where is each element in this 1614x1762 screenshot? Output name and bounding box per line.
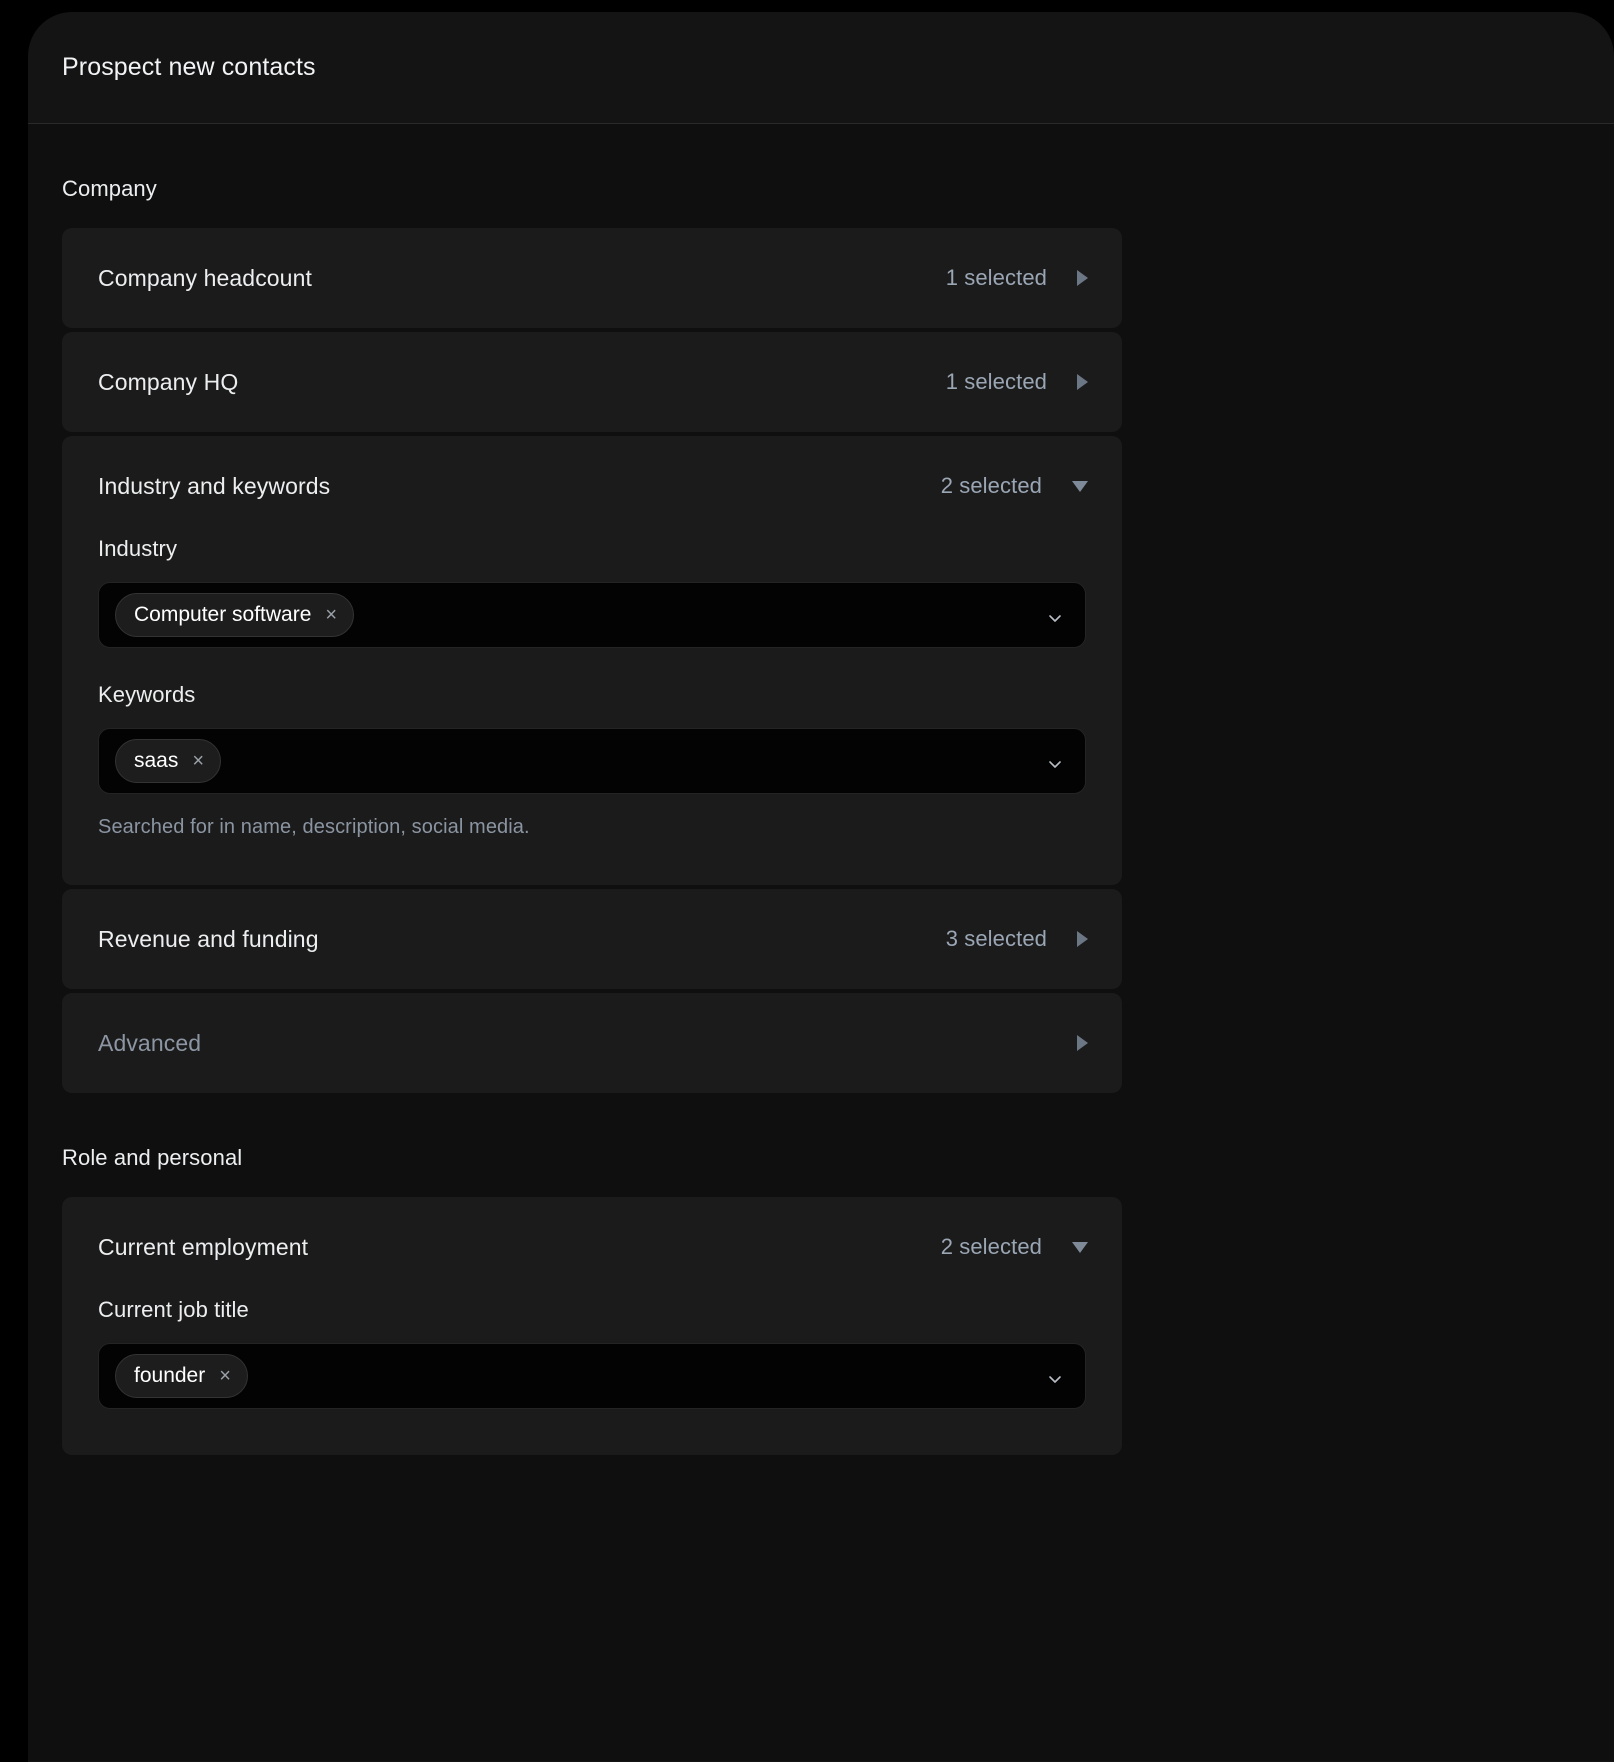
filter-chip[interactable]: saas ×: [115, 739, 221, 783]
selected-count: 2 selected: [941, 1234, 1042, 1260]
filter-card: Company HQ1 selected: [62, 332, 1122, 432]
filter-card-header[interactable]: Company HQ1 selected: [62, 332, 1122, 432]
page-title: Prospect new contacts: [62, 53, 316, 82]
filter-card-label: Industry and keywords: [98, 473, 941, 500]
filter-card-label: Advanced: [98, 1030, 1077, 1057]
multiselect-input[interactable]: founder ×: [98, 1343, 1086, 1409]
filter-card: Revenue and funding3 selected: [62, 889, 1122, 989]
panel-titlebar: Prospect new contacts: [28, 12, 1614, 124]
section-title: Company: [62, 124, 1614, 228]
selected-count: 1 selected: [946, 265, 1047, 291]
triangle-down-icon[interactable]: [1072, 481, 1088, 492]
triangle-right-icon[interactable]: [1077, 931, 1088, 947]
filter-card-label: Revenue and funding: [98, 926, 946, 953]
filter-field: Keywords saas × Searched for in name, descr…: [98, 682, 1086, 839]
filter-card-list: Company headcount1 selectedCompany HQ1 s…: [62, 228, 1122, 1093]
filter-chip[interactable]: founder ×: [115, 1354, 248, 1398]
filter-chip-label: saas: [134, 749, 178, 773]
filter-card-label: Company headcount: [98, 265, 946, 292]
filter-card-header[interactable]: Revenue and funding3 selected: [62, 889, 1122, 989]
filter-card: Advanced: [62, 993, 1122, 1093]
filter-card-header[interactable]: Current employment2 selected: [62, 1197, 1122, 1297]
filter-chip-label: Computer software: [134, 603, 311, 627]
chevron-down-icon[interactable]: [1047, 1371, 1063, 1387]
triangle-right-icon[interactable]: [1077, 270, 1088, 286]
screen-root: Prospect new contacts CompanyCompany hea…: [0, 0, 1614, 1762]
close-icon[interactable]: ×: [325, 605, 337, 625]
prospect-panel: Prospect new contacts CompanyCompany hea…: [28, 12, 1614, 1762]
field-label: Keywords: [98, 682, 1086, 708]
field-helper-text: Searched for in name, description, socia…: [98, 816, 1086, 839]
section-title: Role and personal: [62, 1093, 1614, 1197]
filter-section: Role and personalCurrent employment2 sel…: [28, 1093, 1614, 1455]
selected-count: 3 selected: [946, 926, 1047, 952]
filter-card-body: Industry Computer software × Keywords saas × S…: [62, 536, 1122, 885]
filter-card-header[interactable]: Industry and keywords2 selected: [62, 436, 1122, 536]
filter-field: Industry Computer software ×: [98, 536, 1086, 648]
triangle-down-icon[interactable]: [1072, 1242, 1088, 1253]
triangle-right-icon[interactable]: [1077, 374, 1088, 390]
selected-count: 1 selected: [946, 369, 1047, 395]
multiselect-input[interactable]: saas ×: [98, 728, 1086, 794]
filter-body: CompanyCompany headcount1 selectedCompan…: [28, 124, 1614, 1761]
filter-card-body: Current job title founder ×: [62, 1297, 1122, 1455]
filter-card-header[interactable]: Advanced: [62, 993, 1122, 1093]
multiselect-input[interactable]: Computer software ×: [98, 582, 1086, 648]
triangle-right-icon[interactable]: [1077, 1035, 1088, 1051]
chevron-down-icon[interactable]: [1047, 756, 1063, 772]
field-label: Current job title: [98, 1297, 1086, 1323]
filter-chip-label: founder: [134, 1364, 205, 1388]
filter-card-header[interactable]: Company headcount1 selected: [62, 228, 1122, 328]
filter-chip[interactable]: Computer software ×: [115, 593, 354, 637]
close-icon[interactable]: ×: [192, 751, 204, 771]
filter-card-list: Current employment2 selectedCurrent job …: [62, 1197, 1122, 1455]
field-label: Industry: [98, 536, 1086, 562]
filter-card: Current employment2 selectedCurrent job …: [62, 1197, 1122, 1455]
filter-field: Current job title founder ×: [98, 1297, 1086, 1409]
selected-count: 2 selected: [941, 473, 1042, 499]
filter-card-label: Current employment: [98, 1234, 941, 1261]
filter-card: Company headcount1 selected: [62, 228, 1122, 328]
filter-section: CompanyCompany headcount1 selectedCompan…: [28, 124, 1614, 1093]
filter-card-label: Company HQ: [98, 369, 946, 396]
filter-card: Industry and keywords2 selectedIndustryC…: [62, 436, 1122, 885]
chevron-down-icon[interactable]: [1047, 610, 1063, 626]
close-icon[interactable]: ×: [219, 1366, 231, 1386]
filter-sections: CompanyCompany headcount1 selectedCompan…: [28, 124, 1614, 1455]
